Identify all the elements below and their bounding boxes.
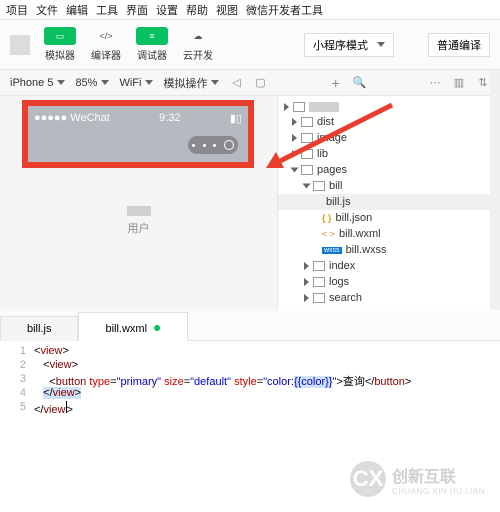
simulator-panel: ●●●●● WeChat 9:32 ▮▯ 用户: [0, 96, 278, 311]
menu-devtools[interactable]: 微信开发者工具: [246, 2, 323, 18]
chevron-down-icon: [145, 80, 153, 85]
folder-icon: [293, 102, 305, 112]
close-icon: [224, 140, 234, 150]
tree-item-bill[interactable]: bill: [278, 178, 500, 194]
tab-billwxml[interactable]: bill.wxml●: [78, 312, 188, 341]
simop-select[interactable]: 模拟操作: [163, 75, 219, 91]
editor-tabs: bill.js bill.wxml●: [0, 311, 500, 341]
folder-icon: [301, 117, 313, 127]
chevron-down-icon: [377, 42, 385, 47]
gutter: 12345: [0, 341, 34, 419]
tree-file-billjs[interactable]: bill.js: [278, 194, 500, 210]
tree-file-billjson[interactable]: { }bill.json: [278, 210, 500, 226]
wxss-icon: wxss: [322, 247, 342, 254]
tree-item[interactable]: logs: [278, 274, 500, 290]
tree-item[interactable]: index: [278, 258, 500, 274]
mute-icon[interactable]: ◁: [229, 76, 243, 90]
sim-user-label: 用户: [128, 223, 150, 235]
folder-icon: [301, 133, 313, 143]
tree-item[interactable]: dist: [278, 114, 500, 130]
scrollbar[interactable]: [490, 70, 500, 310]
compile-select[interactable]: 普通编译: [428, 33, 490, 57]
menu-ui[interactable]: 界面: [126, 2, 148, 18]
sim-carrier: ●●●●● WeChat: [34, 112, 110, 125]
filter-bar: iPhone 5 85% WiFi 模拟操作 ◁ ▢ + 🔍 ⋯ ▥ ⇅: [0, 70, 500, 96]
toolbar: ▭模拟器 </>编译器 ≡调试器 ☁云开发 小程序模式 普通编译: [0, 20, 500, 70]
folder-icon: [313, 181, 325, 191]
more-icon[interactable]: ⋯: [428, 76, 442, 90]
compiler-button[interactable]: </>编译器: [90, 27, 122, 62]
folder-icon: [301, 149, 313, 159]
logo-icon: CX: [350, 461, 386, 497]
menu-project[interactable]: 项目: [6, 2, 28, 18]
debugger-button[interactable]: ≡调试器: [136, 27, 168, 62]
menu-edit[interactable]: 编辑: [66, 2, 88, 18]
json-icon: { }: [322, 213, 332, 223]
tree-file-billwxml[interactable]: < >bill.wxml: [278, 226, 500, 242]
split-icon[interactable]: ▥: [452, 76, 466, 90]
folder-icon: [313, 277, 325, 287]
search-icon[interactable]: 🔍: [353, 76, 367, 90]
highlight-box: ●●●●● WeChat 9:32 ▮▯: [22, 100, 254, 168]
chevron-down-icon: [211, 80, 219, 85]
tree-item[interactable]: lib: [278, 146, 500, 162]
avatar-placeholder: [10, 35, 30, 55]
file-tree: dist image lib pages bill bill.js { }bil…: [278, 96, 500, 311]
tree-file-billwxss[interactable]: wxssbill.wxss: [278, 242, 500, 258]
menu-view[interactable]: 视图: [216, 2, 238, 18]
menu-tools[interactable]: 工具: [96, 2, 118, 18]
tab-billjs[interactable]: bill.js: [0, 316, 78, 341]
cut-icon[interactable]: ▢: [253, 76, 267, 90]
settings-icon[interactable]: ⇅: [476, 76, 490, 90]
cloud-button[interactable]: ☁云开发: [182, 27, 214, 62]
zoom-select[interactable]: 85%: [75, 77, 109, 89]
capsule-button[interactable]: [188, 136, 238, 154]
mode-select[interactable]: 小程序模式: [304, 33, 394, 57]
folder-icon: [313, 293, 325, 303]
menubar: 项目 文件 编辑 工具 界面 设置 帮助 视图 微信开发者工具: [0, 0, 500, 20]
tree-item-pages[interactable]: pages: [278, 162, 500, 178]
chevron-down-icon: [101, 80, 109, 85]
menu-file[interactable]: 文件: [36, 2, 58, 18]
sim-battery-icon: ▮▯: [230, 112, 242, 125]
tree-item[interactable]: image: [278, 130, 500, 146]
watermark: CX 创新互联CHUANG XIN HU LIAN: [350, 461, 485, 497]
add-icon[interactable]: +: [329, 76, 343, 90]
folder-icon: [301, 165, 313, 175]
menu-settings[interactable]: 设置: [156, 2, 178, 18]
tree-root[interactable]: [278, 100, 500, 114]
chevron-down-icon: [57, 80, 65, 85]
simulator-button[interactable]: ▭模拟器: [44, 27, 76, 62]
menu-help[interactable]: 帮助: [186, 2, 208, 18]
tree-item[interactable]: search: [278, 290, 500, 306]
dirty-dot-icon: ●: [153, 319, 161, 335]
folder-icon: [313, 261, 325, 271]
code-editor[interactable]: 12345 <<view>view> <view> <button type="…: [0, 341, 500, 419]
sim-time: 9:32: [159, 112, 180, 125]
device-select[interactable]: iPhone 5: [10, 77, 65, 89]
network-select[interactable]: WiFi: [119, 77, 153, 89]
wxml-icon: < >: [322, 229, 335, 239]
